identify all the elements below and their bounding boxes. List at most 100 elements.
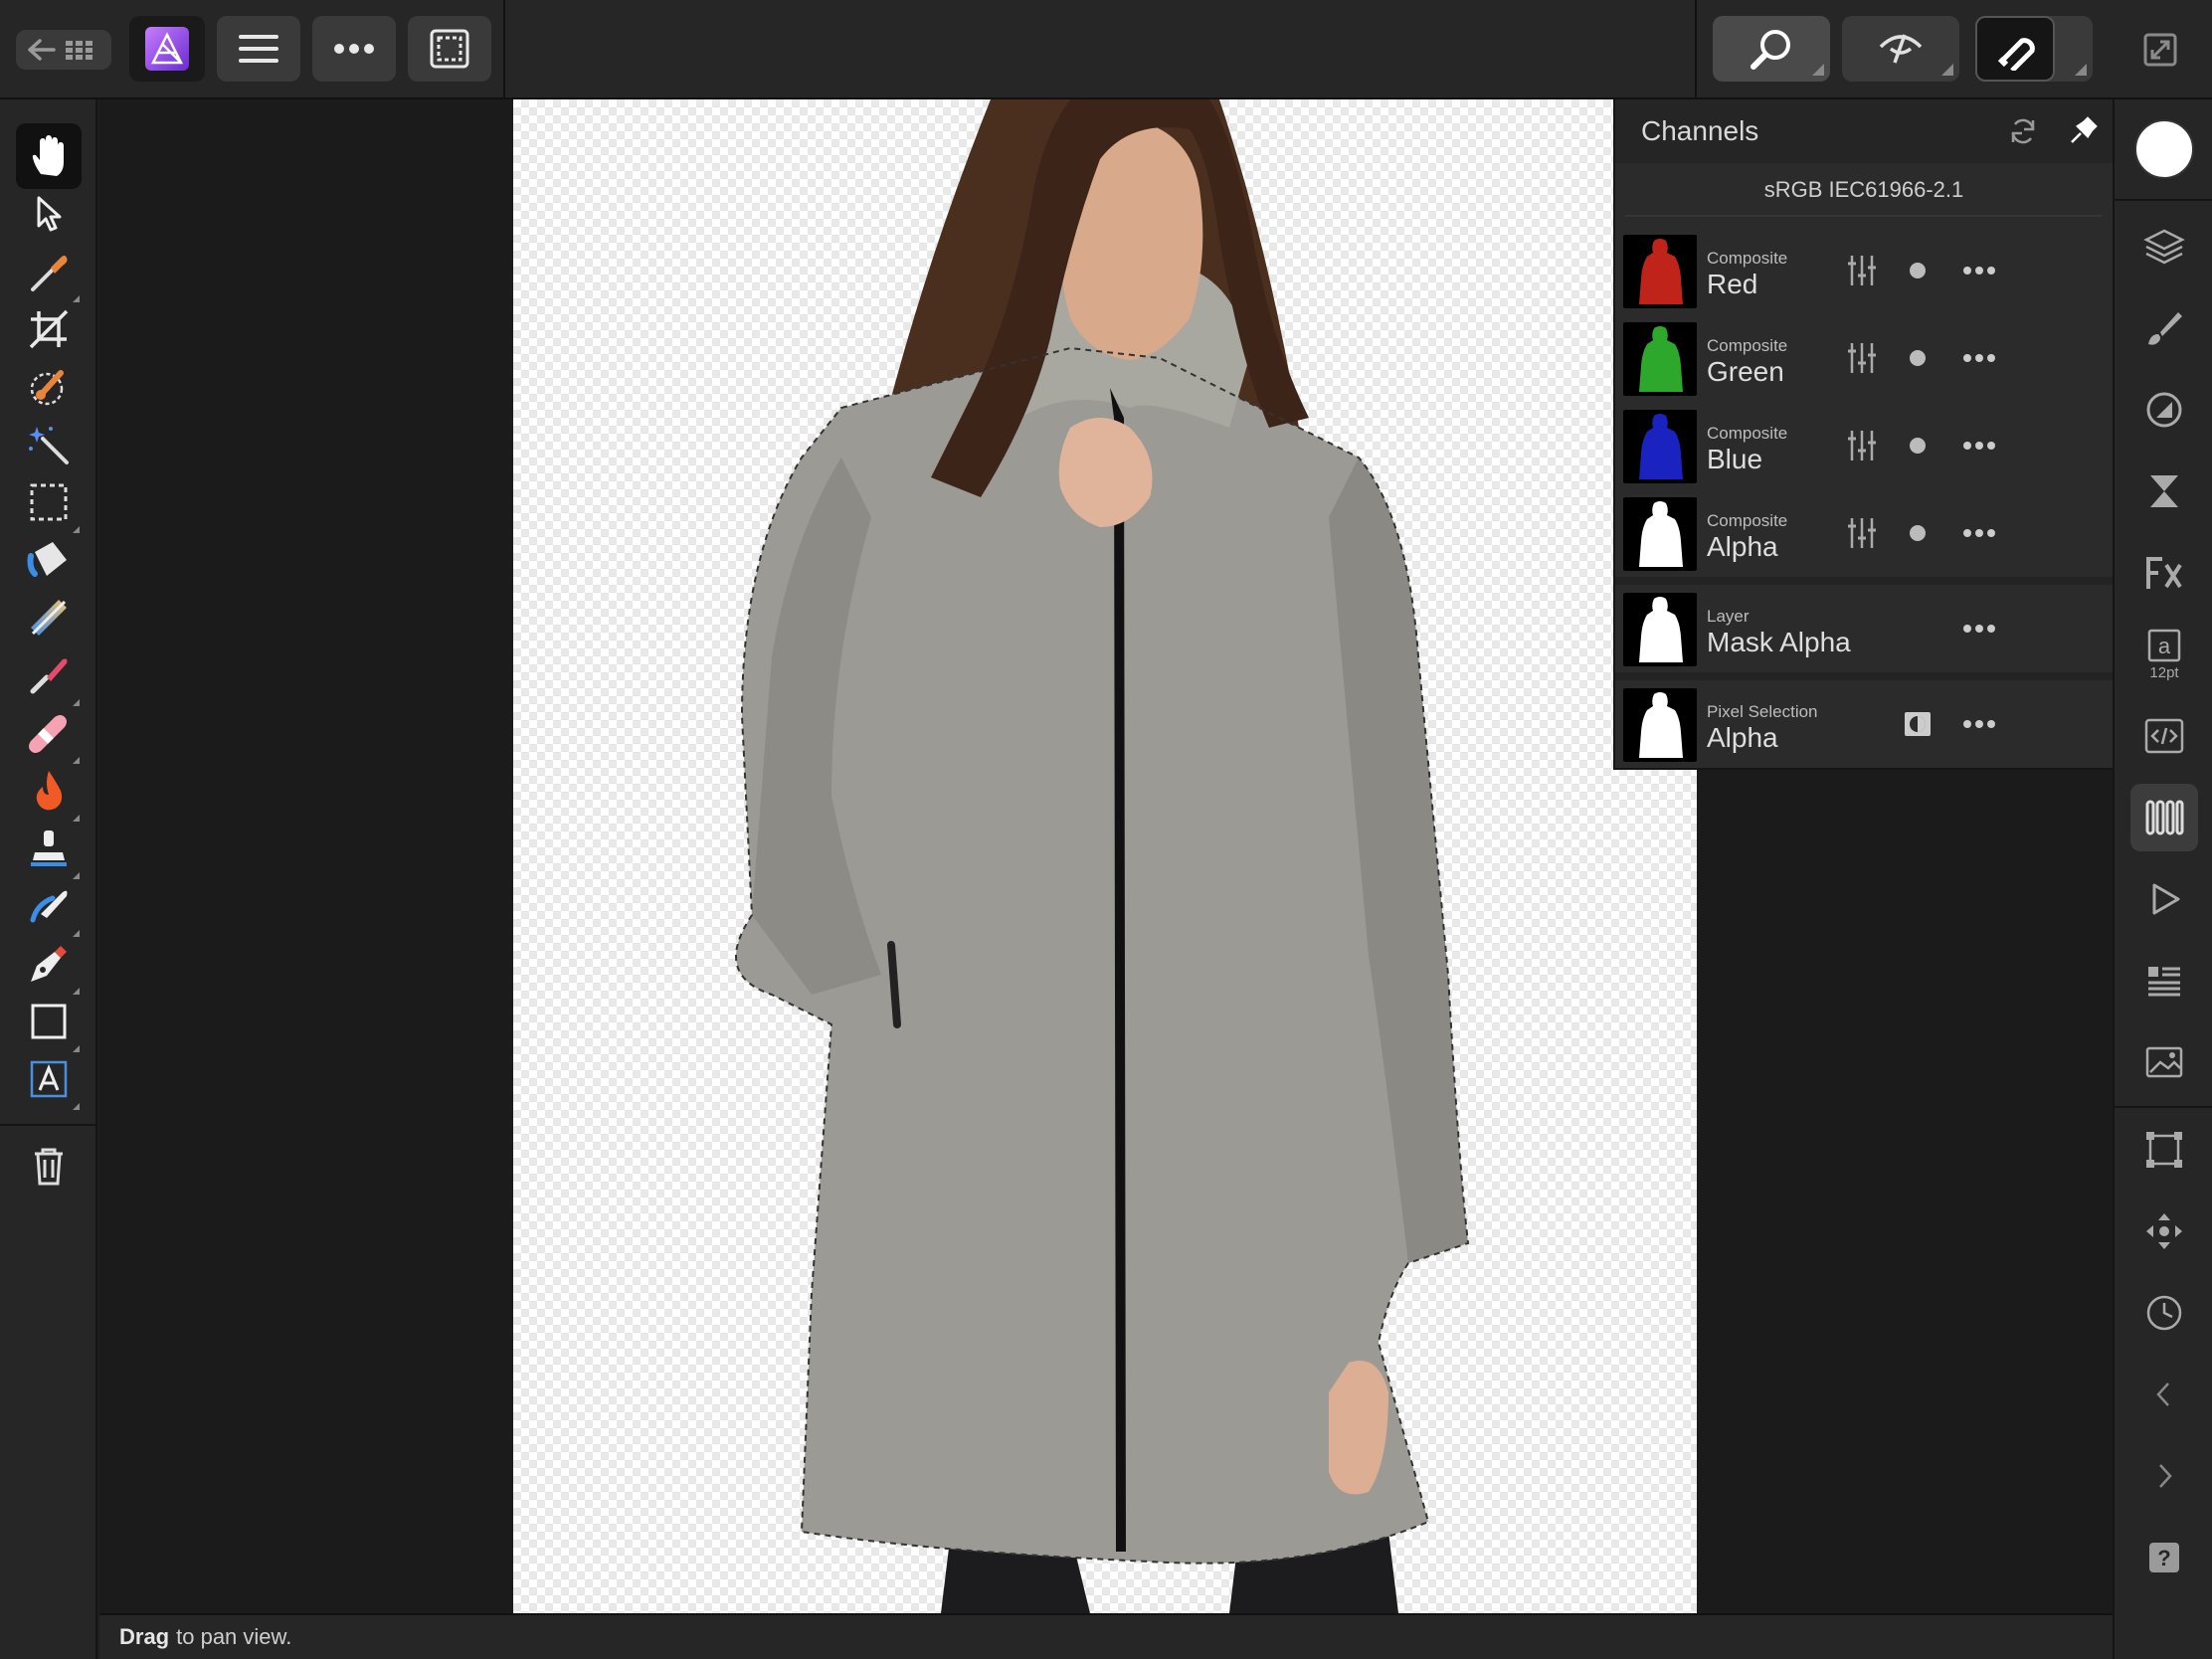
layers-studio[interactable] [2130,213,2198,280]
reset-channels-button[interactable] [2003,111,2043,151]
fx-studio[interactable] [2130,539,2198,607]
channel-row[interactable]: Composite Red [1615,227,2113,314]
play-studio[interactable] [2130,865,2198,933]
channel-name: Mask Alpha [1707,627,1851,657]
pen-tool[interactable] [16,931,82,997]
move-tool[interactable] [16,181,82,247]
marquee-icon [430,29,469,69]
bandage-icon [29,715,67,753]
clone-tool[interactable] [16,816,82,881]
stock-studio[interactable] [2130,947,2198,1014]
play-icon [2152,883,2180,915]
channel-row[interactable]: Composite Green [1615,314,2113,402]
rectangle-tool[interactable] [16,989,82,1054]
time-studio[interactable] [2130,1279,2198,1347]
hand-icon [32,135,64,176]
transform-studio[interactable] [2130,1116,2198,1184]
channel-more-button[interactable] [1953,607,2005,650]
channel-visibility-button[interactable] [1896,336,1939,380]
hamburger-icon [239,35,278,63]
channel-levels-button[interactable] [1840,336,1884,380]
history-studio[interactable] [2130,458,2198,525]
text-size-label: 12pt [2149,663,2179,681]
healing-brush-tool[interactable] [16,700,82,766]
selection-menu-button[interactable] [408,16,491,82]
channel-more-button[interactable] [1953,424,2005,467]
list-icon [2148,967,2180,997]
flood-fill-tool[interactable] [16,527,82,593]
snapping-button[interactable] [1975,16,2093,82]
channel-thumbnail [1623,235,1697,308]
brushes-studio[interactable] [2130,294,2198,362]
next-studio-button[interactable] [2130,1442,2198,1510]
tools-panel [0,99,97,1659]
channel-subtitle: Composite [1707,424,1788,443]
crop-tool[interactable] [16,296,82,362]
gradient-tool[interactable] [16,585,82,650]
status-bold: Drag [119,1624,170,1649]
channel-row[interactable]: Composite Alpha [1615,489,2113,577]
paint-bucket-icon [27,542,67,577]
channel-thumbnail [1623,322,1697,396]
channels-panel-header: Channels [1615,99,2113,163]
magnifier-icon [1751,30,1790,70]
back-to-home-button[interactable] [16,30,111,70]
magnet-icon [1997,38,2035,71]
photo-woman-in-raincoat [735,99,1470,1613]
channel-visibility-button[interactable] [1896,511,1939,555]
channel-levels-button[interactable] [1840,424,1884,467]
channels-studio[interactable] [2130,784,2198,851]
channel-more-button[interactable] [1953,336,2005,380]
burn-tool[interactable] [16,758,82,824]
document-canvas[interactable] [513,99,1697,1613]
color-swatch-icon [2134,119,2194,179]
channel-row[interactable]: Layer Mask Alpha [1615,585,2113,672]
pin-icon [2071,116,2098,143]
hand-tool[interactable] [16,123,82,189]
channel-visibility-button[interactable] [1896,424,1939,467]
brush-icon [2148,312,2182,345]
pin-panel-button[interactable] [2063,111,2103,151]
channels-panel: Channels sRGB IEC61966-2.1 Composite Red [1613,99,2113,770]
channel-more-button[interactable] [1953,249,2005,292]
paint-brush-tool[interactable] [16,643,82,708]
sliders-icon [1848,518,1876,548]
channel-levels-button[interactable] [1840,249,1884,292]
color-picker-tool[interactable] [16,239,82,304]
app-menu-button[interactable] [129,16,205,82]
channel-row[interactable]: Pixel Selection Alpha [1615,680,2113,768]
clock-icon [2146,1295,2182,1331]
selection-brush-tool[interactable] [16,354,82,420]
adjustments-studio[interactable] [2130,376,2198,444]
navigator-studio[interactable] [2130,1198,2198,1265]
hourglass-icon [2150,475,2178,507]
panel-title: Channels [1641,115,1759,146]
sliders-icon [1848,431,1876,461]
image-studio[interactable] [2130,1028,2198,1096]
channel-more-button[interactable] [1953,511,2005,555]
channel-levels-button[interactable] [1840,511,1884,555]
channel-visibility-button[interactable] [1896,249,1939,292]
macro-studio[interactable] [2130,702,2198,770]
chevron-left-icon [2156,1382,2169,1406]
previous-studio-button[interactable] [2130,1361,2198,1428]
flood-select-tool[interactable] [16,412,82,477]
more-menu-button[interactable] [312,16,396,82]
smudge-tool[interactable] [16,873,82,939]
color-studio[interactable] [2130,115,2198,183]
marquee-tool[interactable] [16,469,82,535]
channel-row[interactable]: Composite Blue [1615,402,2113,489]
help-button[interactable]: ? [2130,1524,2198,1591]
dashed-rectangle-icon [30,483,68,521]
view-tool-button[interactable] [1713,16,1830,82]
channel-subtitle: Composite [1707,511,1788,530]
fullscreen-button[interactable] [2140,30,2180,70]
artistic-text-tool[interactable] [16,1046,82,1112]
channel-more-button[interactable] [1953,702,2005,746]
trash-tool[interactable] [16,1134,82,1199]
text-studio[interactable]: a 12pt [2130,621,2198,688]
view-mode-button[interactable] [1842,16,1959,82]
document-menu-button[interactable] [217,16,300,82]
arrow-pointer-icon [37,196,62,232]
invert-selection-button[interactable] [1896,702,1939,746]
